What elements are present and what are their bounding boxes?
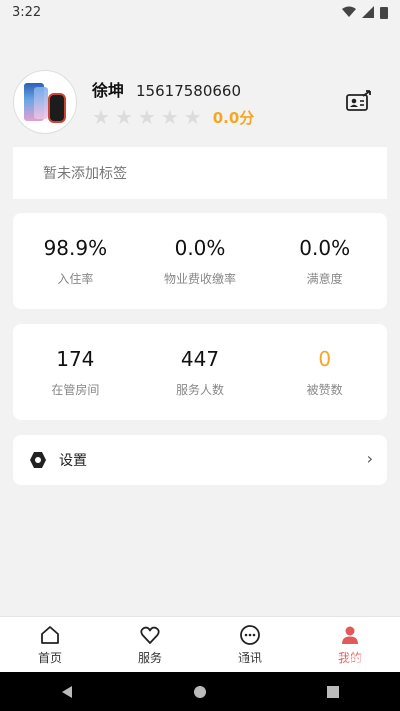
avatar-product-phone-back (34, 87, 48, 119)
stat-value: 0 (318, 346, 332, 371)
chat-icon (240, 625, 260, 645)
stat-value: 447 (180, 346, 220, 371)
business-card-icon[interactable] (346, 90, 372, 112)
system-nav-bar (0, 672, 400, 711)
settings-row[interactable]: 设置 › (13, 435, 387, 485)
stat-value: 98.9% (43, 235, 108, 260)
stat-label: 被赞数 (306, 382, 343, 397)
user-icon (342, 626, 358, 644)
stat-service-people[interactable]: 447 服务人数 (138, 324, 263, 420)
stat-value: 0.0% (299, 235, 351, 260)
stat-label: 入住率 (57, 271, 94, 286)
stat-label: 物业费收缴率 (164, 271, 237, 286)
home-circle-icon[interactable] (193, 685, 207, 699)
settings-hex-icon (30, 452, 46, 468)
user-name: 徐坤 (92, 80, 125, 100)
wifi-icon (342, 6, 356, 17)
stat-label: 满意度 (306, 271, 343, 286)
tag-card[interactable]: 暂未添加标签 (13, 147, 387, 199)
stat-label: 在管房间 (51, 382, 100, 397)
profile-header: 徐坤 15617580660 ★ ★ ★ ★ ★ 0.0分 (14, 71, 386, 133)
battery-icon (380, 6, 388, 19)
chevron-right-icon: › (366, 449, 373, 468)
rating-score: 0.0分 (212, 108, 255, 127)
status-icons (342, 6, 388, 19)
stat-value: 174 (56, 346, 95, 371)
avatar-product-band (48, 93, 66, 123)
stat-label: 服务人数 (176, 382, 225, 397)
stat-fee-collection: 0.0% 物业费收缴率 (138, 213, 263, 309)
star-icon: ★ (137, 105, 156, 129)
star-icon: ★ (160, 105, 179, 129)
tab-home[interactable]: 首页 (0, 617, 100, 673)
star-icon: ★ (92, 105, 110, 129)
stat-value: 0.0% (174, 235, 226, 260)
stats-card-rates: 98.9% 入住率 0.0% 物业费收缴率 0.0% 满意度 (13, 213, 387, 309)
avatar[interactable] (14, 71, 76, 133)
tag-placeholder: 暂未添加标签 (43, 166, 127, 182)
tab-label: 服务 (137, 651, 162, 665)
stat-occupancy: 98.9% 入住率 (13, 213, 138, 309)
stat-managed-rooms[interactable]: 174 在管房间 (13, 324, 138, 420)
user-phone: 15617580660 (136, 81, 241, 100)
stat-likes[interactable]: 0 被赞数 (262, 324, 387, 420)
settings-label: 设置 (59, 453, 87, 469)
back-icon[interactable] (60, 685, 74, 699)
heart-icon (140, 626, 160, 644)
stats-card-counts: 174 在管房间 447 服务人数 0 被赞数 (13, 324, 387, 420)
rating: ★ ★ ★ ★ ★ 0.0分 (92, 107, 254, 128)
status-bar: 3:22 (0, 0, 400, 24)
tab-label: 首页 (37, 651, 62, 665)
status-time: 3:22 (12, 4, 42, 20)
recents-icon[interactable] (326, 685, 340, 699)
star-icon: ★ (114, 105, 133, 129)
signal-icon (362, 6, 374, 18)
stat-satisfaction: 0.0% 满意度 (262, 213, 387, 309)
home-icon (41, 626, 59, 644)
profile-info: 徐坤 15617580660 ★ ★ ★ ★ ★ 0.0分 (92, 77, 254, 128)
star-icon: ★ (183, 105, 202, 129)
